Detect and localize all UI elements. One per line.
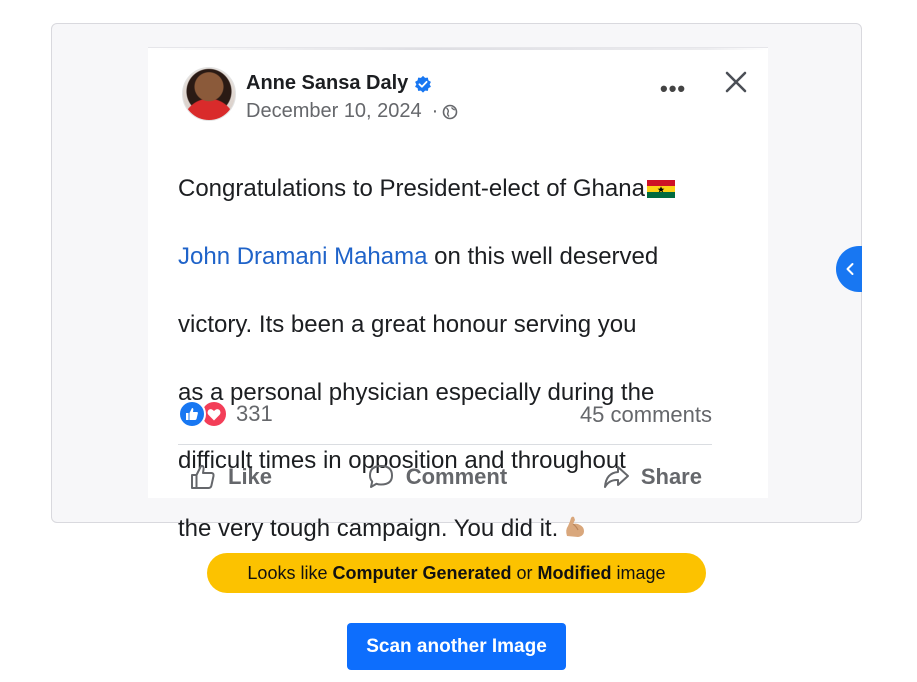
comment-label: Comment	[405, 464, 508, 489]
post-body: Congratulations to President-elect of Gh…	[178, 138, 738, 580]
comment-icon	[368, 465, 393, 488]
comments-count[interactable]: 45 comments	[580, 402, 712, 428]
like-label: Like	[228, 464, 273, 489]
close-icon[interactable]	[722, 68, 750, 96]
avatar	[182, 67, 236, 121]
reactions-summary[interactable]: 331	[178, 400, 273, 428]
result-strong-2: Modified	[537, 562, 612, 583]
like-reaction-icon	[178, 400, 206, 428]
chevron-left-icon	[846, 263, 854, 275]
body-line-1: Congratulations to President-elect of Gh…	[178, 175, 645, 202]
analysis-result-badge: Looks like Computer Generated or Modifie…	[207, 553, 706, 593]
verified-badge-icon	[415, 75, 432, 93]
body-line-3: victory. Its been a great honour serving…	[178, 311, 637, 338]
thumbs-up-icon	[191, 464, 215, 489]
globe-icon	[443, 104, 458, 119]
more-options-icon[interactable]: •••	[660, 76, 686, 102]
post-meta: December 10, 2024 ·	[246, 100, 458, 123]
post-date: December 10, 2024	[246, 100, 422, 122]
image-preview-frame: Anne Sansa Daly December 10, 2024 · ••• …	[51, 23, 862, 542]
divider	[178, 444, 712, 445]
result-suffix: image	[616, 562, 666, 583]
scan-another-image-button[interactable]: Scan another Image	[347, 623, 566, 670]
body-line-6: the very tough campaign. You did it.	[178, 515, 559, 542]
result-prefix: Looks like	[247, 562, 328, 583]
ghana-flag-icon	[646, 180, 675, 198]
body-line-2: on this well deserved	[427, 243, 659, 270]
comment-button[interactable]: Comment	[356, 458, 517, 496]
reaction-count: 331	[236, 401, 273, 426]
author-name: Anne Sansa Daly	[246, 72, 409, 94]
like-button[interactable]: Like	[178, 458, 282, 496]
share-label: Share	[640, 464, 702, 489]
result-middle: or	[516, 562, 533, 583]
share-button[interactable]: Share	[591, 458, 712, 496]
meta-separator: ·	[431, 100, 439, 122]
result-strong-1: Computer Generated	[332, 562, 512, 583]
mentioned-person-link[interactable]: John Dramani Mahama	[178, 243, 427, 270]
share-icon	[603, 466, 629, 488]
post-actions: Like Comment Share	[178, 458, 712, 496]
facebook-post-screenshot: Anne Sansa Daly December 10, 2024 · ••• …	[148, 48, 768, 542]
post-author: Anne Sansa Daly	[246, 72, 432, 95]
flexed-biceps-icon	[566, 516, 585, 537]
